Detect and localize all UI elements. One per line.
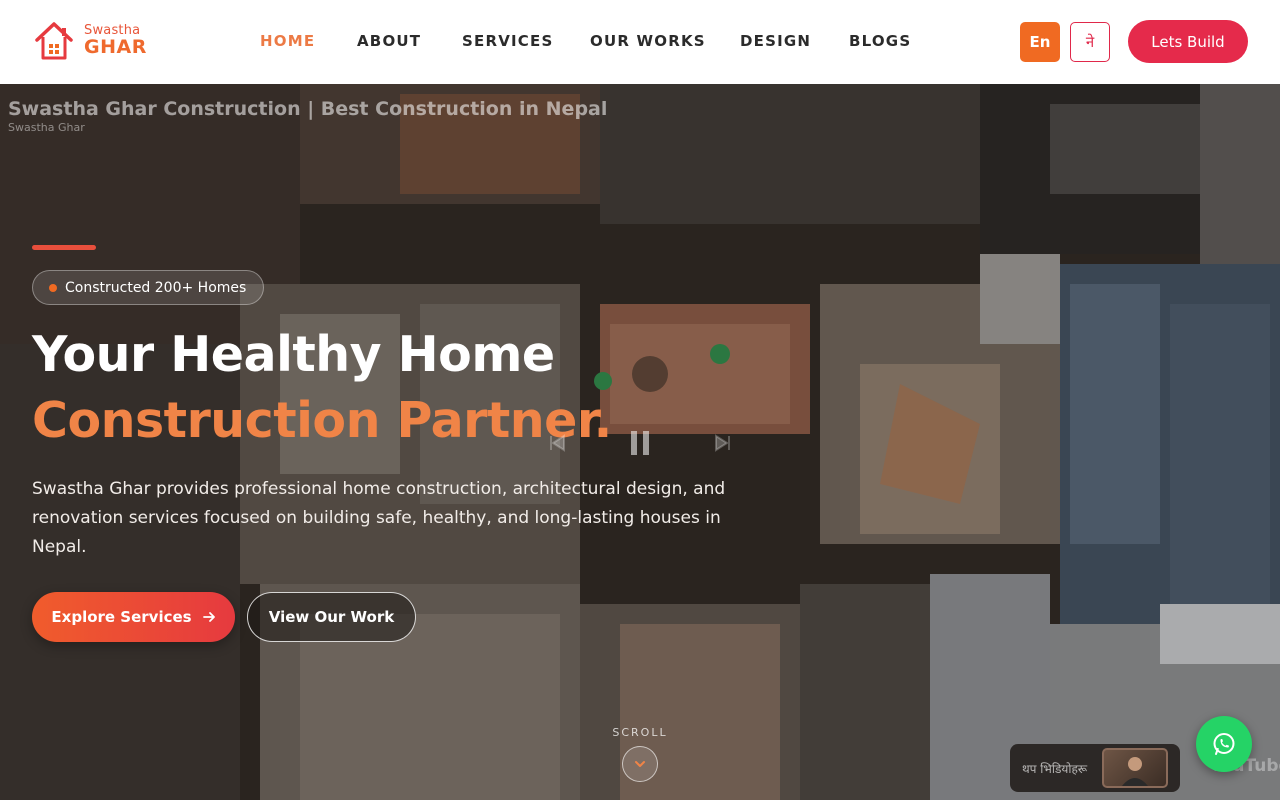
previous-icon[interactable] [540, 426, 574, 460]
language-english-button[interactable]: En [1020, 22, 1060, 62]
language-nepali-button[interactable]: ने [1070, 22, 1110, 62]
pause-icon[interactable] [623, 426, 657, 460]
nav-about[interactable]: ABOUT [357, 32, 421, 50]
more-videos-thumbnail[interactable] [1102, 748, 1168, 788]
hero-accent-bar [32, 245, 96, 250]
hero-description: Swastha Ghar provides professional home … [32, 479, 726, 557]
logo-wordmark-bottom: GHAR [84, 36, 147, 58]
scroll-down-button[interactable] [622, 746, 658, 782]
whatsapp-icon [1213, 733, 1235, 755]
status-dot-icon [49, 284, 57, 292]
lets-build-button[interactable]: Lets Build [1128, 20, 1248, 63]
nav-design[interactable]: DESIGN [740, 32, 811, 50]
more-videos-panel[interactable]: थप भिडियोहरू [1010, 744, 1180, 792]
nav-blogs[interactable]: BLOGS [849, 32, 911, 50]
badge-label: Constructed 200+ Homes [65, 279, 247, 296]
chevron-down-icon [635, 761, 645, 767]
view-our-work-button[interactable]: View Our Work [247, 592, 416, 642]
site-header: Swastha GHAR HOME ABOUT SERVICES OUR WOR… [0, 0, 1280, 84]
explore-services-button[interactable]: Explore Services [32, 592, 235, 642]
house-icon [35, 22, 73, 60]
video-channel-name[interactable]: Swastha Ghar [8, 121, 85, 134]
whatsapp-chat-button[interactable] [1196, 716, 1252, 772]
hero-headline-line1: Your Healthy Home [32, 326, 555, 383]
nav-services[interactable]: SERVICES [462, 32, 553, 50]
scroll-label: SCROLL [612, 726, 668, 739]
nav-home[interactable]: HOME [260, 32, 315, 50]
video-title[interactable]: Swastha Ghar Construction | Best Constru… [8, 98, 607, 120]
site-logo[interactable]: Swastha GHAR [34, 18, 154, 64]
next-icon[interactable] [706, 426, 740, 460]
more-videos-label: थप भिडियोहरू [1022, 762, 1088, 776]
video-controls [540, 420, 750, 466]
explore-services-label: Explore Services [51, 608, 192, 626]
person-thumbnail-icon [1122, 757, 1148, 786]
nav-our-works[interactable]: OUR WORKS [590, 32, 706, 50]
arrow-right-icon [202, 612, 215, 622]
homes-constructed-badge: Constructed 200+ Homes [32, 270, 265, 305]
hero-headline-line2: Construction Partner. [32, 392, 612, 449]
